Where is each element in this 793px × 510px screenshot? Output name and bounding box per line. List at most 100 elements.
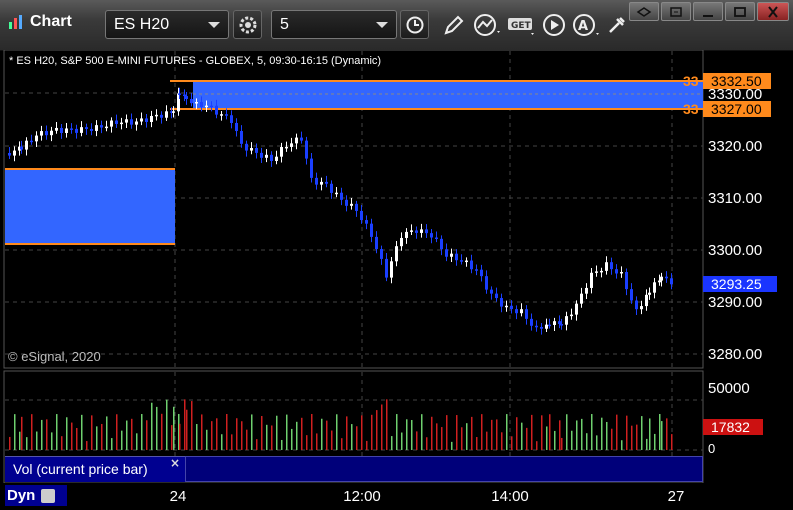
get-icon[interactable]: GET bbox=[506, 12, 538, 38]
candle-body bbox=[225, 114, 228, 116]
close-panel-icon[interactable]: × bbox=[170, 456, 180, 470]
candle-body bbox=[430, 233, 433, 238]
volume-bar bbox=[486, 431, 488, 450]
volume-bar bbox=[351, 424, 353, 450]
settings-gear-icon[interactable] bbox=[233, 10, 262, 39]
supply-zone-left[interactable] bbox=[5, 169, 175, 244]
volume-bar bbox=[401, 432, 403, 450]
volume-bar bbox=[596, 435, 598, 450]
volume-bar bbox=[341, 438, 343, 450]
candle-body bbox=[150, 115, 153, 122]
volume-bar bbox=[106, 416, 108, 450]
tools-icon[interactable] bbox=[604, 12, 630, 38]
clock-icon[interactable] bbox=[400, 10, 429, 39]
candle-body bbox=[275, 156, 278, 161]
candle-body bbox=[45, 131, 48, 136]
interval-input[interactable]: 5 bbox=[271, 10, 397, 39]
current-price-tag: 3293.25 bbox=[703, 276, 777, 292]
candle-body bbox=[630, 289, 633, 301]
volume-bar bbox=[366, 440, 368, 450]
candle-body bbox=[620, 272, 623, 274]
volume-bar bbox=[396, 414, 398, 450]
volume-bar bbox=[666, 418, 668, 450]
dynamic-button[interactable]: Dyn bbox=[5, 485, 67, 506]
candle-body bbox=[55, 127, 58, 131]
svg-text:A: A bbox=[578, 19, 588, 34]
candle-body bbox=[420, 229, 423, 233]
order-price-tag-lower[interactable]: 3327.00 bbox=[703, 101, 771, 117]
candle-body bbox=[520, 309, 523, 314]
candle-body bbox=[600, 270, 603, 273]
pencil-icon[interactable] bbox=[440, 12, 468, 38]
play-icon[interactable] bbox=[540, 12, 568, 38]
volume-bar bbox=[271, 425, 273, 450]
close-icon[interactable] bbox=[757, 2, 789, 21]
candle-body bbox=[525, 309, 528, 319]
volume-bar bbox=[156, 406, 158, 450]
volume-panel-bar bbox=[185, 456, 703, 482]
candle-body bbox=[145, 118, 148, 122]
order-price-tag-upper[interactable]: 3332.50 bbox=[703, 73, 771, 89]
volume-bar bbox=[96, 426, 98, 450]
candle-body bbox=[400, 237, 403, 247]
volume-bar bbox=[371, 414, 373, 450]
candle-body bbox=[390, 261, 393, 278]
minimize-icon[interactable] bbox=[693, 2, 723, 21]
volume-bar bbox=[76, 427, 78, 450]
lock-icon[interactable] bbox=[41, 488, 56, 503]
volume-tick: 50000 bbox=[708, 380, 750, 397]
volume-bar bbox=[151, 402, 153, 450]
candle-body bbox=[300, 137, 303, 141]
maximize-icon[interactable] bbox=[725, 2, 755, 21]
symbol-input[interactable]: ES H20 bbox=[105, 10, 229, 39]
link-icon[interactable] bbox=[629, 2, 659, 21]
volume-bar bbox=[201, 414, 203, 450]
alert-icon[interactable]: A bbox=[572, 12, 602, 38]
candle-body bbox=[325, 181, 328, 184]
candle-body bbox=[178, 93, 181, 95]
volume-bar bbox=[641, 416, 643, 450]
volume-bar bbox=[111, 438, 113, 450]
candle-body bbox=[405, 231, 408, 238]
candle-body bbox=[190, 99, 193, 104]
volume-bar bbox=[276, 415, 278, 450]
price-chart[interactable] bbox=[0, 50, 793, 510]
order-qty-upper[interactable]: 33 bbox=[683, 73, 699, 89]
volume-bar bbox=[101, 423, 103, 450]
volume-bar bbox=[586, 433, 588, 450]
volume-bar bbox=[386, 399, 388, 450]
volume-bar bbox=[121, 430, 123, 450]
restore-icon[interactable] bbox=[661, 2, 691, 21]
candle-body bbox=[410, 230, 413, 232]
volume-bar bbox=[636, 424, 638, 450]
volume-bar bbox=[184, 399, 186, 450]
supply-zone-top[interactable] bbox=[193, 81, 703, 109]
volume-bar bbox=[436, 423, 438, 450]
order-qty-lower[interactable]: 33 bbox=[683, 101, 699, 117]
volume-bar bbox=[71, 422, 73, 450]
volume-bar bbox=[491, 419, 493, 450]
candle-body bbox=[415, 230, 418, 233]
chevron-down-icon[interactable] bbox=[376, 22, 388, 28]
candle-body bbox=[85, 127, 88, 129]
candle-body bbox=[30, 140, 33, 143]
chevron-down-icon[interactable] bbox=[208, 22, 220, 28]
volume-bar bbox=[601, 417, 603, 450]
time-tick: 14:00 bbox=[491, 488, 529, 505]
volume-bar bbox=[561, 437, 563, 450]
candle-body bbox=[13, 150, 16, 156]
candle-body bbox=[185, 96, 188, 100]
chart-line-icon[interactable] bbox=[472, 12, 504, 38]
price-tick: 3310.00 bbox=[708, 190, 763, 207]
volume-bar bbox=[521, 422, 523, 450]
volume-bar bbox=[516, 417, 518, 450]
candle-body bbox=[540, 327, 543, 329]
candle-body bbox=[460, 260, 463, 262]
volume-bar bbox=[266, 424, 268, 450]
candle-body bbox=[455, 253, 458, 261]
candle-body bbox=[610, 262, 613, 270]
volume-bar bbox=[251, 414, 253, 450]
volume-bar bbox=[554, 430, 556, 450]
volume-bar bbox=[14, 414, 16, 450]
time-tick: 27 bbox=[667, 488, 685, 505]
